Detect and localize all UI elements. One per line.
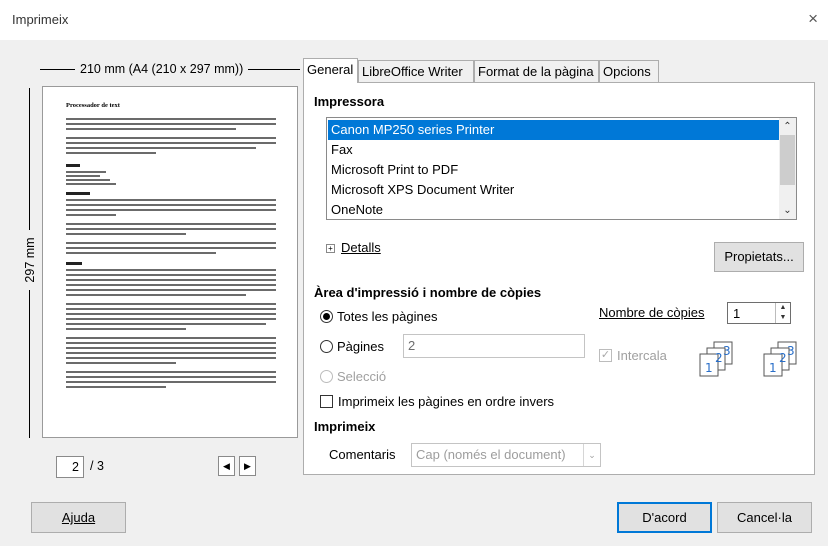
pages-input[interactable]: 2 <box>403 334 585 358</box>
svg-text:2: 2 <box>715 351 723 365</box>
tab-page-layout[interactable]: Format de la pàgina <box>474 60 599 82</box>
details-label: Detalls <box>341 240 381 255</box>
window-title: Imprimeix <box>12 12 69 27</box>
tab-writer[interactable]: LibreOffice Writer <box>358 60 474 82</box>
all-pages-label: Totes les pàgines <box>337 309 438 324</box>
tab-options[interactable]: Opcions <box>599 60 659 82</box>
print-section-title: Imprimeix <box>314 419 376 434</box>
collate-checkbox[interactable]: ✓ Intercala <box>599 348 667 363</box>
expand-plus-icon: + <box>326 244 335 253</box>
collate-label: Intercala <box>617 348 667 363</box>
page-preview: Processador de text <box>42 86 298 438</box>
ok-button[interactable]: D'acord <box>617 502 712 533</box>
collated-pages-icon: 3 2 1 <box>699 341 733 377</box>
general-panel: Impressora Canon MP250 series Printer Fa… <box>303 82 815 475</box>
details-expander[interactable]: + Detalls <box>326 240 381 255</box>
chevron-down-icon[interactable]: ⌄ <box>583 444 600 466</box>
radio-checked-icon <box>320 310 333 323</box>
svg-text:3: 3 <box>723 344 731 358</box>
pages-radio[interactable]: Pàgines <box>320 339 384 354</box>
uncollated-pages-icon: 3 2 1 <box>763 341 797 377</box>
next-page-button[interactable]: ▶ <box>239 456 256 476</box>
scroll-thumb[interactable] <box>780 135 795 185</box>
spin-up-icon[interactable]: ▲ <box>776 303 790 313</box>
preview-page-heading: Processador de text <box>66 102 120 109</box>
checkbox-icon <box>320 395 333 408</box>
current-page-field[interactable]: 2 <box>56 456 84 478</box>
pages-label: Pàgines <box>337 339 384 354</box>
printer-item[interactable]: OneNote <box>328 200 780 220</box>
total-pages-label: / 3 <box>90 459 104 473</box>
reverse-order-checkbox[interactable]: Imprimeix les pàgines en ordre invers <box>320 394 554 409</box>
comments-value: Cap (només el document) <box>416 447 566 462</box>
help-button[interactable]: Ajuda <box>31 502 126 533</box>
range-section-title: Àrea d'impressió i nombre de còpies <box>314 285 542 300</box>
properties-button[interactable]: Propietats... <box>714 242 804 272</box>
tab-general[interactable]: General <box>303 58 358 83</box>
printer-item[interactable]: Microsoft Print to PDF <box>328 160 780 180</box>
printer-item[interactable]: Fax <box>328 140 780 160</box>
selection-label: Selecció <box>337 369 387 384</box>
copies-spinner[interactable]: 1 ▲ ▼ <box>727 302 791 324</box>
scroll-up-icon[interactable]: ⌃ <box>779 118 796 135</box>
height-label: 297 mm <box>23 230 37 290</box>
close-icon[interactable]: × <box>808 9 818 29</box>
comments-select[interactable]: Cap (només el document) ⌄ <box>411 443 601 467</box>
all-pages-radio[interactable]: Totes les pàgines <box>320 309 437 324</box>
width-dimension: 210 mm (A4 (210 x 297 mm)) <box>40 60 300 80</box>
spin-down-icon[interactable]: ▼ <box>776 313 790 323</box>
svg-text:3: 3 <box>787 344 795 358</box>
svg-text:2: 2 <box>779 351 787 365</box>
radio-disabled-icon <box>320 370 333 383</box>
prev-page-button[interactable]: ◀ <box>218 456 235 476</box>
printer-item[interactable]: Microsoft XPS Document Writer <box>328 180 780 200</box>
copies-label: Nombre de còpies <box>599 305 705 320</box>
checkmark-icon: ✓ <box>599 349 612 362</box>
printer-item[interactable]: Canon MP250 series Printer <box>328 120 780 140</box>
printer-list[interactable]: Canon MP250 series Printer Fax Microsoft… <box>326 117 797 220</box>
title-bar: Imprimeix × <box>0 0 828 40</box>
scroll-down-icon[interactable]: ⌄ <box>779 202 796 219</box>
comments-label: Comentaris <box>329 447 396 462</box>
cancel-button[interactable]: Cancel·la <box>717 502 812 533</box>
copies-value: 1 <box>733 306 741 321</box>
width-label: 210 mm (A4 (210 x 297 mm)) <box>75 62 249 76</box>
radio-unchecked-icon <box>320 340 333 353</box>
height-dimension: 297 mm <box>20 88 40 438</box>
svg-text:1: 1 <box>769 361 777 375</box>
selection-radio[interactable]: Selecció <box>320 369 386 384</box>
printer-list-scrollbar[interactable]: ⌃ ⌄ <box>779 118 796 219</box>
printer-section-title: Impressora <box>314 94 385 109</box>
reverse-order-label: Imprimeix les pàgines en ordre invers <box>338 394 555 409</box>
svg-text:1: 1 <box>705 361 713 375</box>
